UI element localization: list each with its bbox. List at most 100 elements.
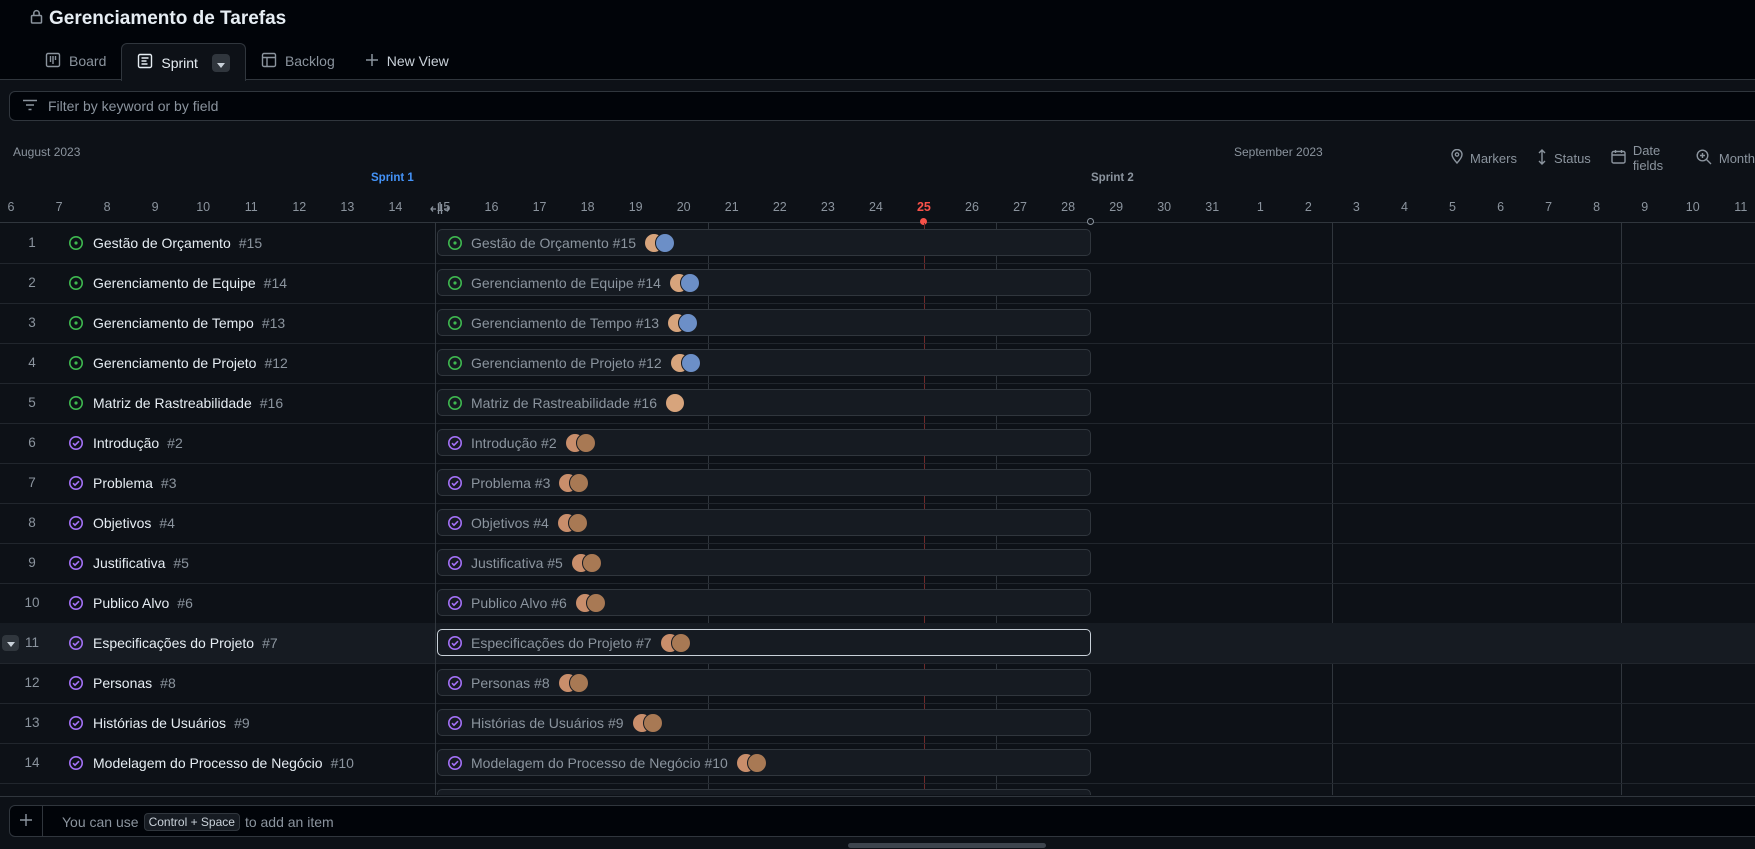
timeline-bar[interactable]: Modelagem do Processo de Negócio #10 bbox=[437, 749, 1091, 776]
issue-title-link[interactable]: Gerenciamento de Tempo #13 bbox=[93, 315, 285, 331]
avatar[interactable] bbox=[567, 512, 588, 533]
table-row[interactable]: 6 Introdução #2 Introdução #2 bbox=[0, 423, 1755, 464]
day-label: 2 bbox=[1304, 200, 1312, 214]
avatar[interactable] bbox=[569, 472, 590, 493]
row-title-cell[interactable]: 8 Objetivos #4 bbox=[0, 503, 436, 543]
table-row[interactable]: 11 Especificações do Projeto #7 Especificaç… bbox=[0, 623, 1755, 664]
row-menu-button[interactable] bbox=[2, 635, 19, 651]
row-title-cell[interactable]: 12 Personas #8 bbox=[0, 663, 436, 703]
sprint-label: Sprint 2 bbox=[1091, 172, 1134, 184]
timeline-bar[interactable]: Gerenciamento de Projeto #12 bbox=[437, 349, 1091, 376]
issue-title-link[interactable]: Especificações do Projeto #7 bbox=[93, 635, 278, 651]
issue-title-link[interactable]: Gerenciamento de Equipe #14 bbox=[93, 275, 287, 291]
tab-backlog[interactable]: Backlog bbox=[246, 43, 350, 79]
zoom-button[interactable]: Month bbox=[1696, 143, 1755, 173]
timeline-bar[interactable]: Objetivos #4 bbox=[437, 509, 1091, 536]
row-title-cell[interactable]: 7 Problema #3 bbox=[0, 463, 436, 503]
timeline-bar[interactable]: Introdução #2 bbox=[437, 429, 1091, 456]
table-row[interactable]: 7 Problema #3 Problema #3 bbox=[0, 463, 1755, 504]
issue-title-link[interactable]: Publico Alvo #6 bbox=[93, 595, 193, 611]
status-button[interactable]: Status bbox=[1537, 143, 1591, 173]
avatar[interactable] bbox=[670, 632, 691, 653]
row-title-cell[interactable]: 4 Gerenciamento de Projeto #12 bbox=[0, 343, 436, 383]
add-item-input[interactable]: You can use Control + Space to add an it… bbox=[9, 805, 1755, 837]
table-row[interactable]: 5 Matriz de Rastreabilidade #16 Matriz de R… bbox=[0, 383, 1755, 424]
avatar[interactable] bbox=[679, 272, 700, 293]
tab-sprint[interactable]: Sprint bbox=[121, 43, 246, 81]
timeline-bar[interactable]: Especificações do Projeto #7 bbox=[437, 629, 1091, 656]
table-row[interactable]: 3 Gerenciamento de Tempo #13 Gerenciamento … bbox=[0, 303, 1755, 344]
markers-button[interactable]: Markers bbox=[1451, 143, 1517, 173]
issue-title-link[interactable]: Problema #3 bbox=[93, 475, 177, 491]
avatar[interactable] bbox=[678, 312, 699, 333]
table-row[interactable]: 13 Histórias de Usuários #9 Histórias de Us… bbox=[0, 703, 1755, 744]
table-row[interactable]: 8 Objetivos #4 Objetivos #4 bbox=[0, 503, 1755, 544]
avatar[interactable] bbox=[585, 592, 606, 613]
table-row[interactable] bbox=[0, 783, 1755, 795]
issue-closed-icon bbox=[68, 635, 84, 656]
timeline-bar[interactable]: Matriz de Rastreabilidade #16 bbox=[437, 389, 1091, 416]
row-title-cell[interactable] bbox=[0, 783, 436, 795]
row-title-cell[interactable]: 1 Gestão de Orçamento #15 bbox=[0, 223, 436, 263]
horizontal-scrollbar[interactable] bbox=[0, 842, 1755, 849]
timeline-bar[interactable]: Gerenciamento de Tempo #13 bbox=[437, 309, 1091, 336]
table-row[interactable]: 2 Gerenciamento de Equipe #14 Gerenciamento… bbox=[0, 263, 1755, 304]
table-row[interactable]: 1 Gestão de Orçamento #15 Gestão de Orçamen… bbox=[0, 223, 1755, 264]
avatar[interactable] bbox=[655, 232, 675, 253]
row-title-cell[interactable]: 2 Gerenciamento de Equipe #14 bbox=[0, 263, 436, 303]
table-row[interactable]: 9 Justificativa #5 Justificativa #5 bbox=[0, 543, 1755, 584]
issue-title-link[interactable]: Gestão de Orçamento #15 bbox=[93, 235, 262, 251]
row-title-cell[interactable]: 9 Justificativa #5 bbox=[0, 543, 436, 583]
row-title-cell[interactable]: 13 Histórias de Usuários #9 bbox=[0, 703, 436, 743]
issue-title-link[interactable]: Justificativa #5 bbox=[93, 555, 189, 571]
timeline-bar[interactable]: Personas #8 bbox=[437, 669, 1091, 696]
tab-board[interactable]: Board bbox=[30, 43, 121, 79]
issue-title-link[interactable]: Matriz de Rastreabilidade #16 bbox=[93, 395, 283, 411]
new-view-button[interactable]: New View bbox=[350, 43, 464, 79]
timeline-bar[interactable]: Publico Alvo #6 bbox=[437, 589, 1091, 616]
avatar[interactable] bbox=[575, 432, 596, 453]
scrollbar-thumb[interactable] bbox=[848, 843, 1046, 848]
timeline-bar[interactable]: Problema #3 bbox=[437, 469, 1091, 496]
issue-title-link[interactable]: Introdução #2 bbox=[93, 435, 183, 451]
table-row[interactable]: 12 Personas #8 Personas #8 bbox=[0, 663, 1755, 704]
avatar[interactable] bbox=[680, 352, 701, 373]
table-row[interactable]: 4 Gerenciamento de Projeto #12 Gerenciament… bbox=[0, 343, 1755, 384]
row-title-cell[interactable]: 3 Gerenciamento de Tempo #13 bbox=[0, 303, 436, 343]
issue-title-link[interactable]: Objetivos #4 bbox=[93, 515, 175, 531]
issue-title-link[interactable]: Gerenciamento de Projeto #12 bbox=[93, 355, 288, 371]
avatar[interactable] bbox=[581, 552, 602, 573]
avatar[interactable] bbox=[746, 752, 767, 773]
avatar[interactable] bbox=[568, 672, 589, 693]
timeline-bar[interactable] bbox=[437, 789, 1091, 795]
issue-closed-icon bbox=[68, 675, 84, 696]
row-title-cell[interactable]: 6 Introdução #2 bbox=[0, 423, 436, 463]
timeline-bar[interactable]: Histórias de Usuários #9 bbox=[437, 709, 1091, 736]
avatar[interactable] bbox=[642, 712, 663, 733]
date-fields-button[interactable]: Date fields bbox=[1611, 143, 1676, 173]
day-label: 23 bbox=[820, 200, 835, 214]
bar-label: Introdução #2 bbox=[471, 434, 557, 451]
view-options-button[interactable] bbox=[211, 53, 230, 72]
issue-open-icon bbox=[68, 355, 84, 376]
row-title-cell[interactable]: 14 Modelagem do Processo de Negócio #10 bbox=[0, 743, 436, 783]
issue-title-link[interactable]: Histórias de Usuários #9 bbox=[93, 715, 250, 731]
avatar[interactable] bbox=[665, 392, 685, 413]
row-title-cell[interactable]: 10 Publico Alvo #6 bbox=[0, 583, 436, 623]
timeline-bar[interactable]: Gestão de Orçamento #15 bbox=[437, 229, 1091, 256]
timeline-bar[interactable]: Justificativa #5 bbox=[437, 549, 1091, 576]
day-label: 26 bbox=[965, 200, 979, 214]
row-title-cell[interactable]: 11 Especificações do Projeto #7 bbox=[0, 623, 436, 663]
bar-label: Especificações do Projeto #7 bbox=[471, 634, 652, 651]
table-row[interactable]: 14 Modelagem do Processo de Negócio #10 Mod… bbox=[0, 743, 1755, 784]
add-item-button[interactable] bbox=[10, 806, 43, 836]
resize-handle-icon[interactable] bbox=[430, 202, 450, 220]
issue-title-link[interactable]: Modelagem do Processo de Negócio #10 bbox=[93, 755, 354, 771]
issue-closed-icon bbox=[447, 555, 463, 571]
issue-number: #16 bbox=[259, 395, 284, 411]
issue-title-link[interactable]: Personas #8 bbox=[93, 675, 176, 691]
timeline-bar[interactable]: Gerenciamento de Equipe #14 bbox=[437, 269, 1091, 296]
row-title-cell[interactable]: 5 Matriz de Rastreabilidade #16 bbox=[0, 383, 436, 423]
table-row[interactable]: 10 Publico Alvo #6 Publico Alvo #6 bbox=[0, 583, 1755, 624]
filter-input[interactable]: Filter by keyword or by field bbox=[9, 91, 1755, 121]
